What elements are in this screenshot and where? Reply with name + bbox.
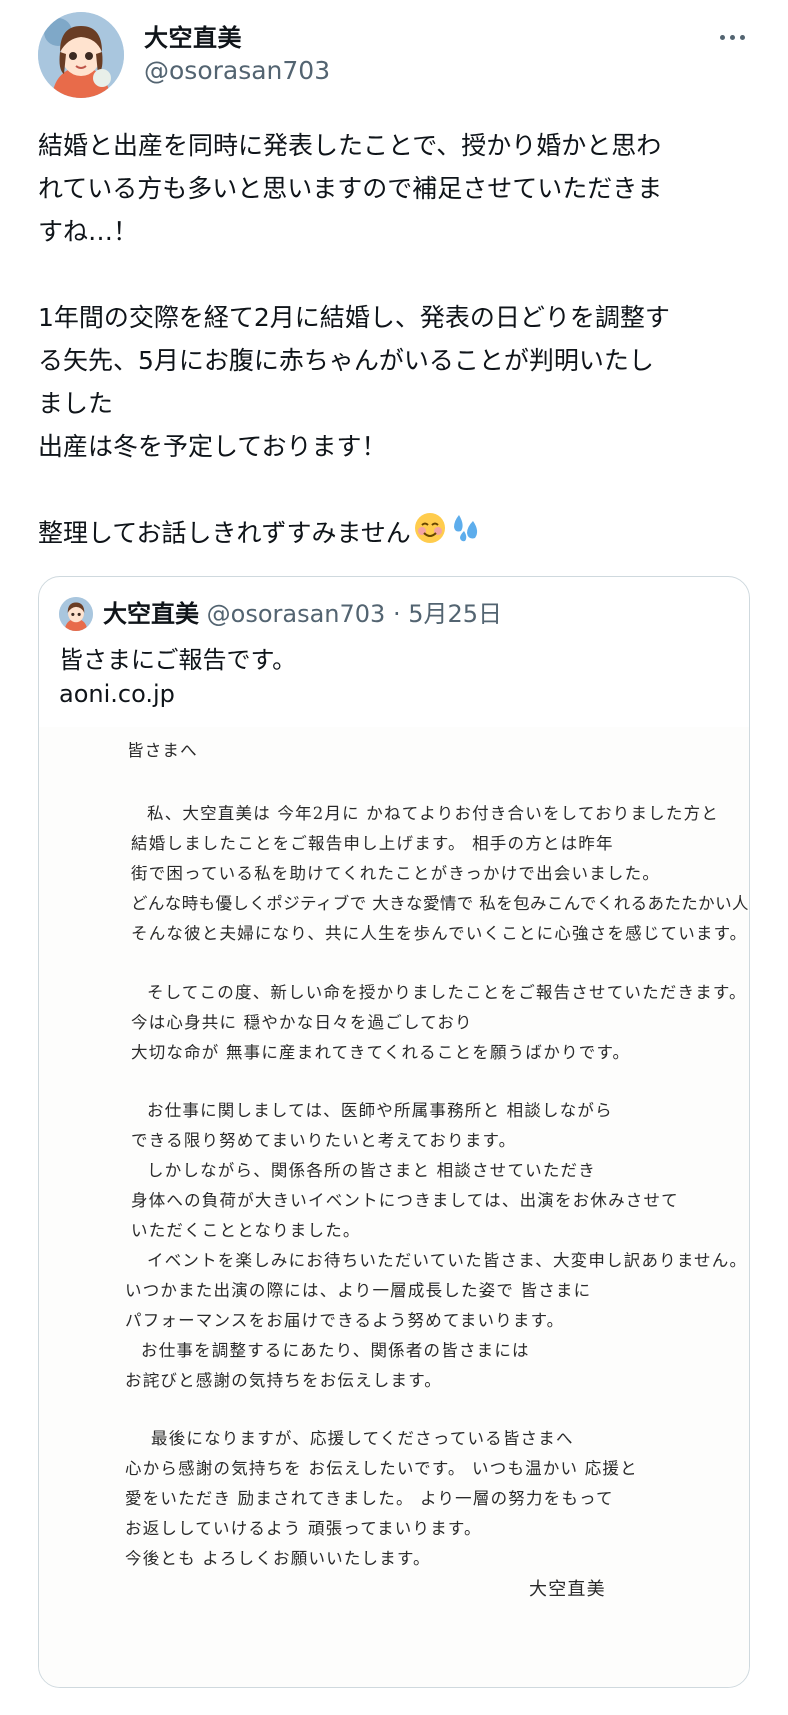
meta-separator: · — [392, 600, 401, 628]
more-options-button[interactable] — [712, 22, 752, 52]
quoted-text: 皆さまにご報告です。 — [59, 646, 297, 674]
letter-line: 身体への負荷が大きいイベントにつきましては、出演をお休みさせて — [131, 1191, 679, 1210]
letter-line: お仕事に関しましては、医師や所属事務所と 相談しながら — [147, 1101, 613, 1120]
tweet-paragraph-2: 1年間の交際を経て2月に結婚し、発表の日どりを調整す る矢先、5月にお腹に赤ちゃ… — [38, 296, 750, 468]
more-dot-icon — [739, 34, 745, 40]
letter-line: 街で困っている私を助けてくれたことがきっかけで出会いました。 — [131, 864, 661, 883]
tweet-line: 出産は冬を予定しております！ — [38, 432, 387, 461]
letter-line: 大切な命が 無事に産まれてきてくれることを願うばかりです。 — [131, 1043, 631, 1062]
letter-line: お返ししていけるよう 頑張ってまいります。 — [125, 1519, 482, 1538]
handwritten-letter-image[interactable]: 皆さまへ 私、大空直美は 今年2月に かねてよりお付き合いをしておりました方と … — [39, 727, 749, 1687]
letter-line: お仕事を調整するにあたり、関係者の皆さまには — [141, 1341, 530, 1360]
letter-line: いつかまた出演の際には、より一層成長した姿で 皆さまに — [125, 1281, 592, 1300]
tweet-paragraph-1: 結婚と出産を同時に発表したことで、授かり婚かと思わ れている方も多いと思いますの… — [38, 124, 750, 253]
more-dot-icon — [729, 34, 735, 40]
letter-line: 愛をいただき 励まされてきました。 より一層の努力をもって — [125, 1489, 614, 1508]
sweat-droplets-icon — [449, 511, 483, 558]
tweet-line: 1年間の交際を経て2月に結婚し、発表の日どりを調整す — [38, 303, 670, 332]
letter-line: パフォーマンスをお届けできるよう努めてまいります。 — [125, 1311, 565, 1330]
quoted-tweet-card[interactable]: 大空直美 @osorasan703 · 5月25日 皆さまにご報告です。 aon… — [38, 576, 750, 1688]
quoted-tweet-meta: 大空直美 @osorasan703 · 5月25日 — [103, 597, 502, 631]
letter-line: そしてこの度、新しい命を授かりましたことをご報告させていただきます。 — [147, 983, 747, 1002]
letter-line: 最後になりますが、応援してくださっている皆さまへ — [151, 1429, 574, 1448]
letter-line: お詫びと感謝の気持ちをお伝えします。 — [125, 1371, 442, 1390]
tweet-line: れている方も多いと思いますので補足させていただきま — [38, 174, 663, 203]
tweet-text: 結婚と出産を同時に発表したことで、授かり婚かと思わ れている方も多いと思いますの… — [38, 124, 750, 558]
author-display-name[interactable]: 大空直美 — [144, 18, 242, 53]
quoted-author-avatar[interactable] — [59, 597, 93, 631]
letter-greeting: 皆さまへ — [127, 741, 198, 760]
quoted-link[interactable]: aoni.co.jp — [59, 677, 175, 711]
tweet-line: る矢先、5月にお腹に赤ちゃんがいることが判明いたし — [38, 346, 654, 375]
tweet-line: ました — [38, 389, 114, 418]
letter-signature: 大空直美 — [529, 1579, 606, 1600]
author-avatar[interactable] — [38, 12, 124, 98]
letter-line: いただくこととなりました。 — [131, 1221, 361, 1240]
letter-line: 今後とも よろしくお願いいたします。 — [125, 1549, 431, 1568]
letter-line: どんな時も優しくポジティブで 大きな愛情で 私を包みこんでくれるあたたかい人です… — [131, 894, 750, 913]
letter-line: イベントを楽しみにお待ちいただいていた皆さま、大変申し訳ありません。 — [147, 1251, 748, 1270]
avatar-illustration — [38, 12, 124, 98]
quoted-display-name[interactable]: 大空直美 — [103, 600, 199, 628]
tweet-line: 整理してお話しきれずすみません — [38, 518, 411, 548]
author-handle[interactable]: @osorasan703 — [144, 56, 330, 85]
tweet-line: すね…！ — [38, 217, 139, 246]
tweet-paragraph-3: 整理してお話しきれずすみません — [38, 511, 750, 558]
letter-line: そんな彼と夫婦になり、共に人生を歩んでいくことに心強さを感じています。 — [131, 924, 748, 943]
more-dot-icon — [719, 34, 725, 40]
quoted-handle[interactable]: @osorasan703 — [207, 600, 386, 628]
letter-line: しかしながら、関係各所の皆さまと 相談させていただき — [147, 1161, 596, 1180]
tweet-line: 結婚と出産を同時に発表したことで、授かり婚かと思わ — [38, 131, 662, 160]
letter-line: 結婚しましたことをご報告申し上げます。 相手の方とは昨年 — [131, 834, 614, 853]
letter-line: 私、大空直美は 今年2月に かねてよりお付き合いをしておりました方と — [147, 804, 719, 823]
smiling-face-icon — [413, 511, 447, 558]
letter-line: できる限り努めてまいりたいと考えております。 — [131, 1131, 517, 1150]
quoted-date[interactable]: 5月25日 — [408, 600, 502, 628]
letter-line: 心から感謝の気持ちを お伝えしたいです。 いつも温かい 応援と — [125, 1459, 638, 1478]
avatar-illustration — [59, 597, 93, 631]
tweet-header: 大空直美 @osorasan703 — [0, 0, 788, 110]
letter-line: 今は心身共に 穏やかな日々を過ごしており — [131, 1013, 473, 1032]
